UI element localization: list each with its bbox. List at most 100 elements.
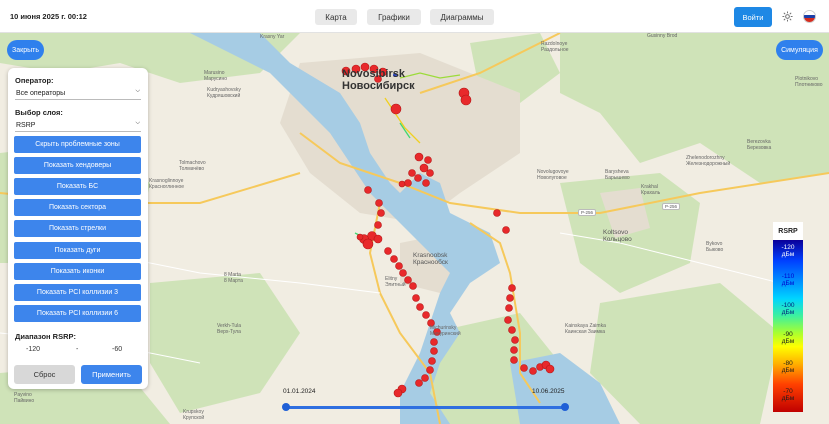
layer-label: Выбор слоя: [15,108,63,117]
operator-select[interactable]: Все операторы ⌵ [15,88,141,100]
reset-button[interactable]: Сброс [14,365,75,384]
legend-item: -80 дБм [773,360,803,375]
label-text: дБм [781,338,795,346]
apply-button[interactable]: Применить [81,365,142,384]
timeline-end-date: 10.06.2025 [532,388,565,395]
layer-settings-panel: Оператор: Все операторы ⌵ Выбор слоя: RS… [8,68,148,389]
legend-item: -120 дБм [773,244,803,259]
place-label: Tolmachovo Толмачёво [179,160,206,172]
legend-item: -70 дБм [773,388,803,403]
chevron-down-icon: ⌵ [135,88,140,94]
timeline-end-handle[interactable] [561,403,569,411]
legend-item: -90 дБм [773,331,803,346]
label-text: Каинская Заимка [565,328,606,335]
road-badge: P-256 [578,209,597,216]
simulation-button[interactable]: Симуляция [776,40,823,60]
place-label: Kainskaya Zaimka Каинская Заимка [565,323,606,335]
login-button[interactable]: Войти [734,7,772,27]
rsrp-legend: RSRP -120 дБм -110 дБм -100 дБм -90 дБм -80 д… [773,222,803,412]
label-text: -70 [783,388,793,395]
legend-gradient [773,240,803,412]
label-text: Толмачёво [179,165,205,172]
label-text: -120 [781,244,795,251]
place-label: Michurinsky Мичуринский [430,325,461,337]
town-label-latin: Koltsovo [603,229,628,236]
top-header: 10 июня 2025 г. 00:12 Карта Графики Диаг… [0,0,829,33]
place-label: Krasnoglinnoye Красноглинное [149,178,185,190]
place-label: Kudryashovsky Кудряшовский [207,87,241,99]
close-button[interactable]: Закрыть [7,40,44,60]
timeline-track[interactable] [286,406,565,409]
show-icons-button[interactable]: Показать иконки [14,263,141,280]
place-label: Gusinny Brod [647,33,677,40]
label-text: Плотниково [795,81,823,88]
label-text: 8 Марта [224,277,243,284]
label-text: дБм [781,309,795,317]
label-text: Элитный [385,281,406,288]
place-label: Verkh-Tula Верх-Тула [217,323,241,335]
label-text: -110 [781,273,795,280]
place-label: Zhelenodorozhny Железнодорожный [686,155,731,167]
place-label: Barysheva Барышево [605,169,630,181]
label-text: дБм [781,395,795,403]
label-text: Барышево [605,174,630,181]
label-text: Новолуговое [537,174,567,181]
rsrp-range-separator: - [76,346,79,353]
show-base-stations-button[interactable]: Показать БС [14,178,141,195]
current-datetime: 10 июня 2025 г. 00:12 [10,12,87,21]
label-text: дБм [781,251,795,259]
rsrp-range-min[interactable]: -120 [26,346,40,353]
rsrp-range-label: Диапазон RSRP: [15,332,76,341]
timeline-start-handle[interactable] [282,403,290,411]
show-pci-collisions-6-button[interactable]: Показать PCI коллизии 6 [14,305,141,322]
legend-title: RSRP [773,222,803,240]
label-text: Krasny Yar [260,34,285,40]
label-text: -80 [783,360,793,367]
tab-diagrams[interactable]: Диаграммы [430,9,494,25]
label-text: Красноглинное [149,183,185,190]
label-text: Крахаль [641,189,661,196]
show-handovers-button[interactable]: Показать хендоверы [14,157,141,174]
place-label: Razdolnoye Раздольное [541,41,569,53]
show-pci-collisions-3-button[interactable]: Показать PCI коллизии 3 [14,284,141,301]
label-text: Быково [706,246,724,253]
label-text: Марусино [204,75,228,82]
operator-label: Оператор: [15,76,54,85]
hide-problem-zones-button[interactable]: Скрыть проблемные зоны [14,136,141,153]
town-label-cyrillic: Краснообск [413,259,448,267]
russia-flag-icon[interactable] [803,10,816,23]
show-sectors-button[interactable]: Показать сектора [14,199,141,216]
tab-charts[interactable]: Графики [367,9,421,25]
layer-select-value: RSRP [16,122,36,129]
legend-item: -110 дБм [773,273,803,288]
show-arrows-button[interactable]: Показать стрелки [14,220,141,237]
place-label: Berezovka Березовка [747,139,771,151]
town-label-krasnoobsk: Krasnoobsk Краснообск [413,252,448,266]
place-label: Plotnikovo Плотниково [795,76,823,88]
legend-item: -100 дБм [773,302,803,317]
layer-select[interactable]: RSRP ⌵ [15,120,141,132]
label-text: Верх-Тула [217,328,241,335]
place-label: Elitny Элитный [385,276,406,288]
tab-map[interactable]: Карта [315,9,357,25]
town-label-koltsovo: Koltsovo Кольцово [603,229,632,243]
show-arcs-button[interactable]: Показать дуги [14,242,141,259]
label-text: Железнодорожный [686,160,731,167]
label-text: Кудряшовский [207,92,241,99]
place-label: Krakhal Крахаль [641,184,661,196]
gear-icon[interactable] [780,9,794,23]
place-label: Marusino Марусино [204,70,228,82]
city-label-cyrillic: Новосибирск [342,79,415,92]
operator-select-value: Все операторы [16,90,66,97]
town-label-cyrillic: Кольцово [603,236,632,244]
rsrp-markers[interactable] [341,62,555,398]
label-text: дБм [781,367,795,375]
label-text: Пайвино [14,397,35,404]
place-label: Novolugovoye Новолуговое [537,169,569,181]
rsrp-range-max[interactable]: -60 [112,346,122,353]
label-text: -90 [783,331,793,338]
place-label: Payvino Пайвино [14,392,35,404]
label-text: Раздольное [541,46,569,53]
place-label: Krasny Yar [260,34,285,41]
chevron-down-icon: ⌵ [135,120,140,126]
